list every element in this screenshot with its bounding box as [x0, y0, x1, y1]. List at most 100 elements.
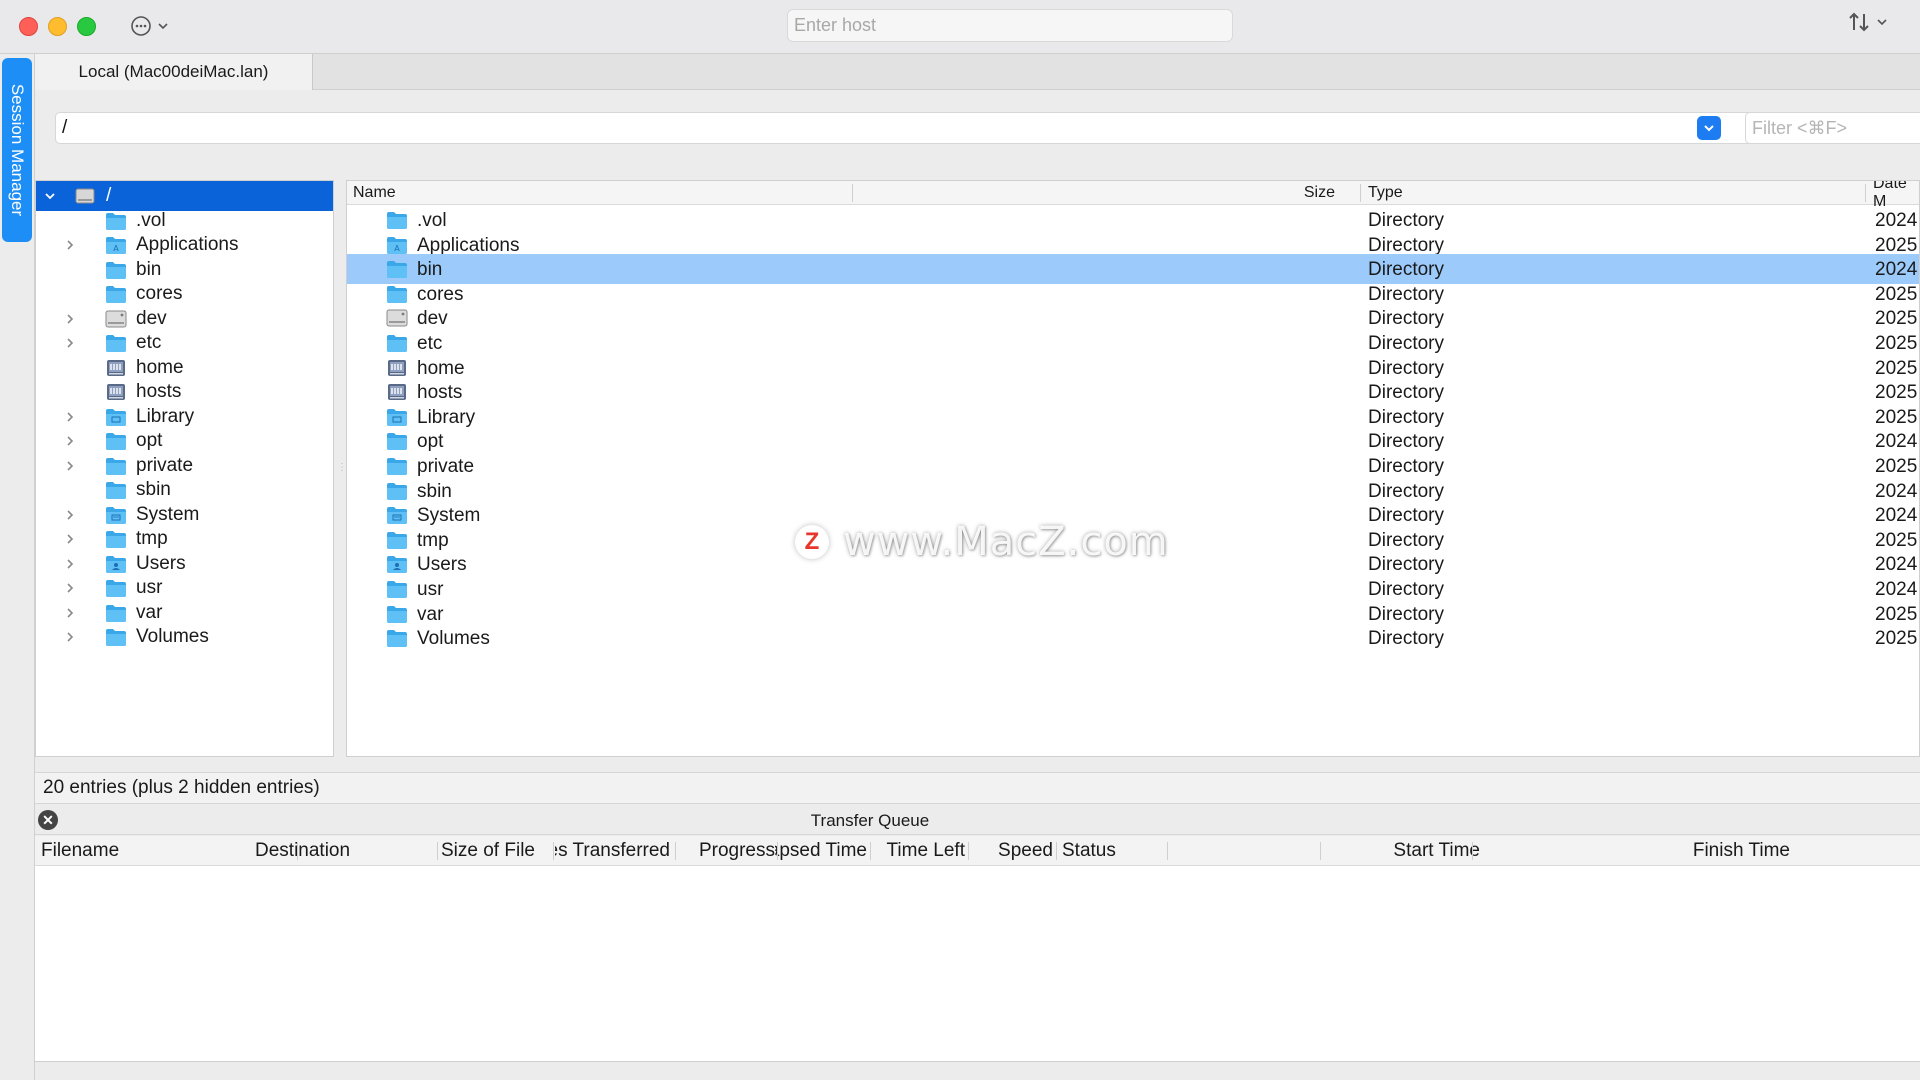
column-divider[interactable] — [968, 842, 969, 860]
path-dropdown-button[interactable] — [1697, 116, 1721, 140]
column-divider[interactable] — [870, 842, 871, 860]
file-type: Directory — [1368, 628, 1445, 650]
transfer-column-elapsed-time[interactable]: Elapsed Time — [775, 840, 867, 862]
chevron-right-icon[interactable] — [62, 605, 78, 621]
column-divider[interactable] — [1056, 842, 1057, 860]
tree-item-label: hosts — [136, 381, 182, 402]
filter-input[interactable] — [1745, 112, 1920, 144]
transfer-queue-list — [35, 866, 1920, 1062]
column-divider[interactable] — [675, 842, 676, 860]
tree-item-label: Library — [136, 405, 195, 427]
tree-item-label: home — [136, 356, 184, 378]
tree-item-label: bin — [136, 258, 162, 280]
chevron-right-icon[interactable] — [62, 556, 78, 572]
minimize-window-button[interactable] — [48, 17, 67, 36]
tree-item-label: var — [136, 601, 163, 623]
transfer-queue-title: Transfer Queue — [810, 811, 930, 830]
chevron-right-icon[interactable] — [62, 507, 78, 523]
zoom-window-button[interactable] — [77, 17, 96, 36]
svg-text:A: A — [394, 244, 400, 253]
column-divider[interactable] — [1865, 184, 1866, 202]
tree-item-label: cores — [136, 283, 183, 304]
session-manager-label: Session Manager — [8, 83, 27, 217]
chevron-right-icon[interactable] — [62, 237, 78, 253]
column-header-name[interactable]: Name — [347, 181, 402, 205]
tab-strip: Local (Mac00deiMac.lan) — [35, 54, 1920, 90]
tree-item-label: usr — [136, 577, 163, 598]
column-divider[interactable] — [1360, 184, 1361, 202]
column-header-date[interactable]: Date M — [1867, 181, 1919, 210]
tree-root-label: / — [106, 185, 112, 206]
column-divider[interactable] — [852, 184, 853, 202]
column-divider[interactable] — [1167, 842, 1168, 860]
transfer-column-finish-time[interactable]: Finish Time — [1485, 840, 1790, 862]
chevron-right-icon[interactable] — [62, 311, 78, 327]
folder-icon — [104, 626, 128, 654]
more-actions-button[interactable] — [130, 12, 169, 40]
title-bar — [0, 0, 1920, 54]
transfer-column-speed[interactable]: Speed — [968, 840, 1053, 862]
tree-item-label: Users — [136, 552, 186, 574]
column-header-type[interactable]: Type — [1362, 181, 1409, 205]
chevron-right-icon[interactable] — [62, 335, 78, 351]
transfer-column-size-of-file[interactable]: Size of File — [441, 840, 553, 862]
tree-item-label: System — [136, 503, 200, 525]
session-manager-tab[interactable]: Session Manager — [2, 58, 32, 242]
up-down-arrows-icon — [1849, 12, 1869, 32]
tree-item-volumes[interactable]: Volumes — [36, 622, 333, 652]
close-window-button[interactable] — [19, 17, 38, 36]
transfer-column-destination[interactable]: Destination — [255, 840, 435, 862]
chevron-right-icon[interactable] — [62, 629, 78, 645]
folder-icon — [385, 627, 409, 655]
transfer-direction-button[interactable] — [1848, 10, 1888, 34]
ellipsis-circle-icon — [131, 16, 151, 36]
transfer-column-progress[interactable]: Progress — [675, 840, 775, 862]
chevron-down-icon[interactable] — [42, 188, 58, 204]
column-divider[interactable] — [297, 842, 298, 860]
column-divider[interactable] — [777, 842, 778, 860]
tree-item-label: opt — [136, 430, 163, 451]
chevron-down-icon — [1704, 125, 1714, 132]
chevron-right-icon[interactable] — [62, 531, 78, 547]
tree-item-label: private — [136, 454, 194, 476]
tree-item-label: .vol — [136, 209, 166, 231]
file-date: 2025 — [1875, 628, 1918, 650]
chevron-right-icon[interactable] — [62, 458, 78, 474]
tree-item-label: sbin — [136, 479, 171, 500]
column-divider[interactable] — [553, 842, 554, 860]
tree-item-label: etc — [136, 332, 162, 353]
transfer-column-time-left[interactable]: Time Left — [870, 840, 966, 862]
column-header-size[interactable]: Size — [1087, 181, 1341, 205]
tree-item-label: tmp — [136, 528, 168, 549]
host-input[interactable] — [787, 9, 1233, 42]
transfer-column-bytes-transferred[interactable]: Bytes Transferred — [555, 840, 670, 862]
chevron-right-icon[interactable] — [62, 409, 78, 425]
file-list: Name Size Type Date M .vol Directory 2024 A… — [346, 180, 1920, 757]
chevron-down-icon — [158, 23, 168, 30]
tree-item-label: Applications — [136, 234, 239, 255]
tab-local-label: Local (Mac00deiMac.lan) — [78, 62, 269, 81]
transfer-column-filename[interactable]: Filename — [41, 840, 271, 862]
transfer-column-start-time[interactable]: Start Time — [1175, 840, 1480, 862]
tree-item-label: dev — [136, 307, 167, 329]
column-divider[interactable] — [437, 842, 438, 860]
chevron-down-icon — [1877, 19, 1887, 26]
column-divider[interactable] — [1320, 842, 1321, 860]
tree-item-label: Volumes — [136, 626, 209, 647]
path-bar — [35, 90, 1920, 170]
pane-splitter[interactable]: ⋮ — [337, 462, 347, 473]
column-divider[interactable] — [1472, 842, 1473, 860]
entries-count: 20 entries (plus 2 hidden entries) — [43, 777, 320, 798]
chevron-right-icon[interactable] — [62, 433, 78, 449]
directory-tree: / .vol A Applications bin cores dev etc home hos… — [35, 180, 334, 757]
status-bar: 20 entries (plus 2 hidden entries) — [35, 772, 1920, 804]
table-row[interactable]: Volumes Directory 2025 — [347, 623, 1919, 653]
svg-text:A: A — [113, 244, 119, 253]
transfer-queue-header: FilenameDestination Size of FileBytes Tra… — [35, 836, 1920, 866]
transfer-queue-bar: ✕ Transfer Queue — [35, 805, 1920, 835]
file-name: Volumes — [417, 628, 490, 650]
file-list-header: Name Size Type Date M — [347, 181, 1919, 210]
tab-local[interactable]: Local (Mac00deiMac.lan) — [35, 54, 313, 90]
chevron-right-icon[interactable] — [62, 580, 78, 596]
path-input[interactable] — [55, 112, 1761, 144]
